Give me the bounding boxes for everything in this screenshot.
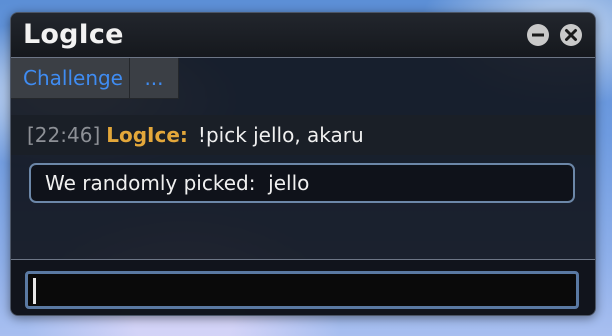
chat-window: LogIce Challenge ... [22:46] LogIce: !pick… bbox=[10, 12, 596, 316]
text-caret bbox=[33, 278, 36, 304]
chat-message: [22:46] LogIce: !pick jello, akaru bbox=[11, 115, 595, 155]
minus-circle-icon bbox=[532, 33, 544, 37]
message-timestamp: [22:46] bbox=[27, 123, 101, 147]
minimize-button[interactable] bbox=[527, 24, 549, 46]
input-area bbox=[11, 259, 595, 315]
close-button[interactable] bbox=[560, 24, 582, 46]
tab-more[interactable]: ... bbox=[130, 58, 179, 99]
chat-log: [22:46] LogIce: !pick jello, akaru bbox=[11, 115, 595, 155]
message-text: !pick jello, akaru bbox=[197, 123, 364, 147]
system-reply: We randomly picked: jello bbox=[29, 163, 575, 203]
tab-challenge[interactable]: Challenge bbox=[11, 58, 130, 99]
tab-bar: Challenge ... bbox=[11, 58, 179, 99]
window-title: LogIce bbox=[23, 19, 124, 50]
title-bar[interactable]: LogIce bbox=[11, 13, 595, 58]
chat-input[interactable] bbox=[25, 271, 579, 309]
message-author[interactable]: LogIce: bbox=[106, 123, 188, 147]
x-circle-icon bbox=[565, 29, 577, 41]
